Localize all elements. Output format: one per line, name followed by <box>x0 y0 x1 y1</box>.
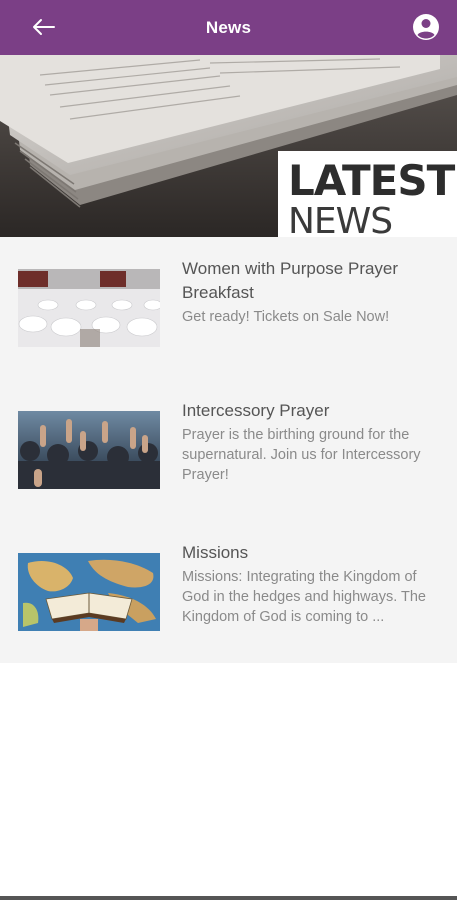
app-bar: News <box>0 0 457 55</box>
news-description: Prayer is the birthing ground for the su… <box>182 427 421 483</box>
news-text: Intercessory Prayer Prayer is the birthi… <box>182 399 444 485</box>
news-title: Women with Purpose Prayer Breakfast <box>182 259 399 302</box>
arrow-left-icon <box>33 19 55 35</box>
news-title: Missions <box>182 543 249 562</box>
page-title: News <box>205 17 252 37</box>
news-item[interactable]: Women with Purpose Prayer Breakfast Get … <box>0 237 457 379</box>
news-item[interactable]: Intercessory Prayer Prayer is the birthi… <box>0 379 457 521</box>
news-description: Get ready! Tickets on Sale Now! <box>182 309 390 325</box>
news-description: Missions: Integrating the Kingdom of God… <box>182 569 426 625</box>
badge-line-1: LATEST <box>288 156 455 205</box>
latest-news-banner: LATEST NEWS <box>0 55 457 237</box>
news-item[interactable]: Missions Missions: Integrating the Kingd… <box>0 521 457 663</box>
back-button[interactable] <box>28 14 58 40</box>
prayer-hands-thumbnail <box>18 411 160 489</box>
news-text: Women with Purpose Prayer Breakfast Get … <box>182 257 444 327</box>
badge-line-2: NEWS <box>288 201 393 238</box>
news-title: Intercessory Prayer <box>182 401 330 420</box>
profile-button[interactable] <box>411 12 441 42</box>
screen-bottom-edge <box>0 896 457 900</box>
news-text: Missions Missions: Integrating the Kingd… <box>182 541 444 627</box>
banquet-hall-thumbnail <box>18 269 160 347</box>
bible-map-thumbnail <box>18 553 160 631</box>
account-circle-icon <box>413 14 439 40</box>
latest-news-badge: LATEST NEWS <box>278 151 457 237</box>
